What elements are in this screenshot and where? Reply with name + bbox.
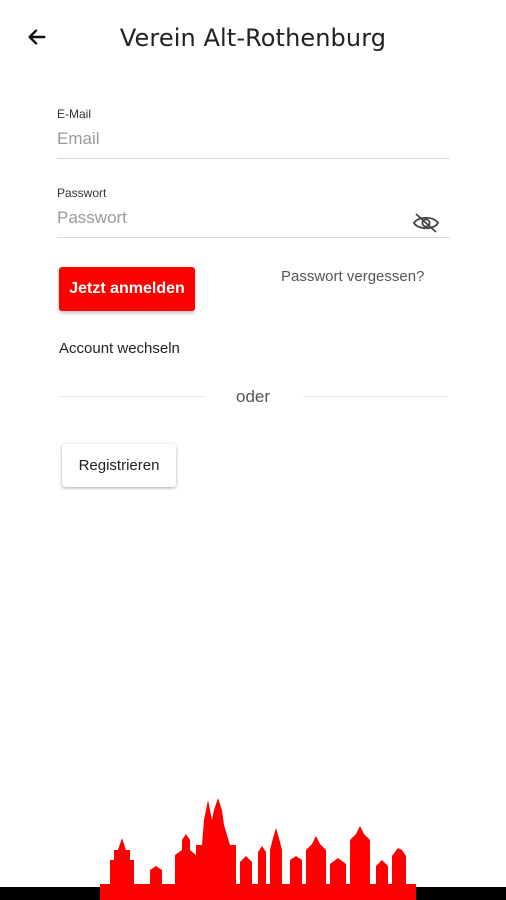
email-field: E-Mail — [57, 107, 450, 159]
forgot-password-link[interactable]: Passwort vergessen? — [281, 268, 424, 285]
email-input[interactable] — [57, 121, 450, 159]
password-input[interactable] — [57, 200, 450, 238]
password-visibility-toggle[interactable] — [412, 212, 440, 234]
app-bar: Verein Alt-Rothenburg — [0, 0, 506, 78]
or-separator: oder — [235, 387, 271, 406]
switch-account-link[interactable]: Account wechseln — [59, 340, 180, 357]
password-field: Passwort — [57, 186, 450, 238]
register-button[interactable]: Registrieren — [62, 444, 176, 487]
email-label: E-Mail — [57, 107, 92, 121]
divider-left — [59, 396, 205, 397]
password-label: Passwort — [57, 186, 107, 200]
eye-off-icon — [412, 213, 440, 233]
login-button[interactable]: Jetzt anmelden — [59, 267, 195, 311]
divider-right — [303, 396, 448, 397]
page-title: Verein Alt-Rothenburg — [119, 24, 387, 52]
city-skyline-illustration — [0, 798, 506, 900]
